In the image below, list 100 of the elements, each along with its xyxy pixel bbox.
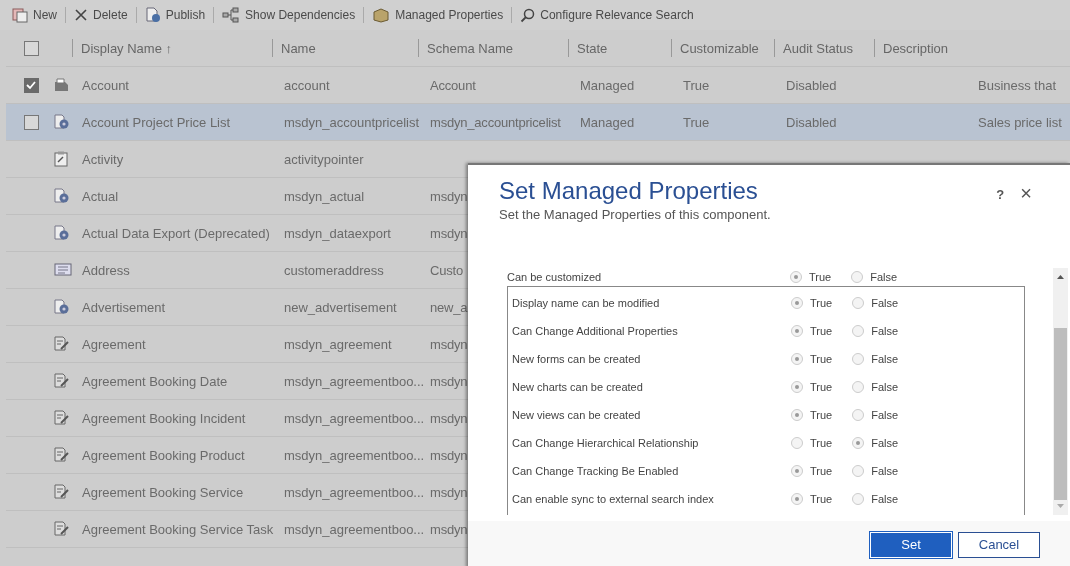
property-label: New charts can be created — [512, 381, 644, 393]
radio-label: True — [810, 353, 833, 365]
radio-button[interactable] — [791, 325, 803, 337]
help-button[interactable]: ? — [988, 187, 1013, 202]
set-button[interactable]: Set — [870, 531, 952, 558]
radio-button[interactable] — [852, 437, 865, 449]
radio-button[interactable] — [791, 353, 803, 365]
toolbar-button[interactable]: Delete — [68, 3, 134, 27]
radio-button[interactable] — [852, 493, 865, 505]
table-cell: msdyn_dataexport — [284, 225, 391, 241]
radio-button[interactable] — [791, 465, 803, 477]
radio-button[interactable] — [791, 493, 803, 505]
table-cell: msdyn — [430, 521, 468, 537]
table-cell: Account Project Price List — [82, 114, 231, 130]
toolbar-button[interactable]: Managed Properties — [366, 3, 510, 27]
table-cell: msdyn — [430, 225, 468, 241]
table-cell: msdyn — [430, 336, 468, 352]
property-label: Can enable sync to external search index — [512, 493, 715, 505]
table-cell: True — [683, 77, 710, 93]
column-header[interactable]: Description — [883, 40, 949, 56]
table-cell: msdyn_agreementboo... — [284, 373, 425, 389]
radio-label: False — [871, 325, 899, 337]
radio-button[interactable] — [852, 409, 865, 421]
table-cell: msdyn_agreementboo... — [284, 521, 425, 537]
table-cell: msdyn_agreementboo... — [284, 447, 425, 463]
column-header[interactable]: Customizable — [680, 40, 759, 56]
radio-button[interactable] — [791, 297, 803, 309]
pencil-document-icon — [54, 373, 70, 389]
column-header[interactable]: State — [577, 40, 608, 56]
column-header[interactable]: Schema Name — [427, 40, 513, 56]
radio-label: False — [871, 353, 899, 365]
gear-document-icon — [54, 225, 70, 241]
radio-label: False — [870, 271, 898, 283]
table-cell: Agreement Booking Service Task — [82, 521, 274, 537]
table-cell: customeraddress — [284, 262, 384, 278]
row-checkbox[interactable] — [23, 77, 39, 93]
radio-button[interactable] — [790, 271, 802, 283]
radio-label: False — [871, 297, 899, 309]
table-cell: Account — [82, 77, 129, 93]
table-cell: msdyn_accountpricelist — [430, 114, 561, 130]
gear-document-icon — [54, 299, 70, 315]
radio-button[interactable] — [791, 409, 803, 421]
radio-label: True — [810, 437, 833, 449]
select-all-checkbox[interactable] — [23, 40, 39, 56]
radio-label: False — [871, 409, 899, 421]
row-checkbox[interactable] — [23, 114, 39, 130]
radio-label: False — [871, 381, 899, 393]
radio-label: True — [809, 271, 832, 283]
radio-button[interactable] — [852, 465, 865, 477]
property-label: New forms can be created — [512, 353, 642, 365]
table-cell: Actual Data Export (Deprecated) — [82, 225, 270, 241]
table-cell: Account — [430, 77, 476, 93]
table-cell: msdyn — [430, 188, 468, 204]
radio-button[interactable] — [791, 381, 803, 393]
toolbar-button[interactable]: Configure Relevance Search — [514, 3, 700, 27]
gear-document-icon — [54, 114, 70, 130]
property-label: Can Change Additional Properties — [512, 325, 679, 337]
table-cell-text: Sales price list — [977, 114, 1062, 130]
radio-label: False — [871, 465, 899, 477]
search-icon — [520, 7, 536, 23]
pencil-document-icon — [54, 336, 70, 352]
close-icon — [74, 8, 88, 22]
table-cell: msdyn — [430, 410, 468, 426]
radio-label: True — [810, 409, 833, 421]
column-header[interactable]: Display Name ↑ — [81, 40, 173, 56]
table-cell: Disabled — [786, 114, 837, 130]
table-cell: account — [284, 77, 330, 93]
table-cell: Agreement Booking Service — [82, 484, 244, 500]
cancel-button[interactable]: Cancel — [958, 531, 1040, 558]
property-label: New views can be created — [512, 409, 642, 421]
radio-button[interactable] — [852, 325, 865, 337]
table-cell: Actual — [82, 188, 119, 204]
pencil-document-icon — [54, 447, 70, 463]
table-cell: Agreement — [82, 336, 146, 352]
table-cell: msdyn_agreementboo... — [284, 410, 425, 426]
property-label: Display name can be modified — [512, 297, 661, 309]
table-cell: msdyn_accountpricelist — [284, 114, 420, 130]
table-cell: msdyn_agreementboo... — [284, 484, 425, 500]
box-icon — [372, 7, 391, 23]
table-cell: Agreement Booking Incident — [82, 410, 246, 426]
property-label: Can be customized — [507, 271, 603, 283]
radio-label: True — [810, 297, 833, 309]
toolbar-button[interactable]: Show Dependencies — [216, 3, 362, 27]
card-icon — [54, 263, 72, 277]
radio-button[interactable] — [852, 297, 865, 309]
radio-label: True — [810, 381, 833, 393]
table-cell: msdyn_agreement — [284, 336, 392, 352]
radio-button[interactable] — [852, 381, 865, 393]
table-cell: Agreement Booking Date — [82, 373, 228, 389]
scrollbar[interactable] — [1053, 268, 1068, 515]
toolbar-button[interactable]: New — [6, 3, 63, 27]
radio-button[interactable] — [851, 271, 864, 283]
toolbar-button[interactable]: Publish — [138, 3, 212, 27]
radio-button[interactable] — [791, 437, 803, 449]
table-row[interactable]: Account Project Price List msdyn_accountpricelist msdyn_accountpricelist Managed True Disabled Sales price list — [6, 104, 1070, 141]
dialog-subtitle: Set the Managed Properties of this component. — [499, 207, 772, 222]
column-header[interactable]: Name — [281, 40, 316, 56]
radio-button[interactable] — [852, 353, 865, 365]
close-button[interactable]: × — [1012, 182, 1040, 205]
column-header[interactable]: Audit Status — [783, 40, 854, 56]
